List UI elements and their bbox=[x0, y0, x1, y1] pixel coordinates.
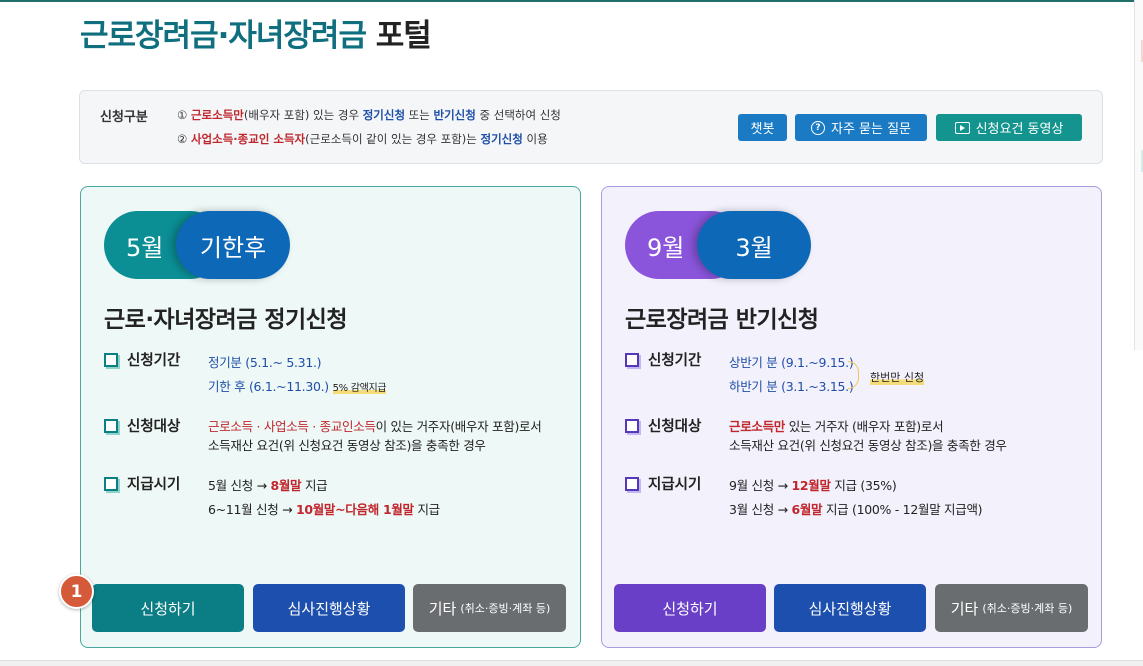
once-only-note: 한번만 신청 bbox=[870, 369, 925, 385]
apply-button[interactable]: 신청하기 bbox=[92, 584, 244, 632]
right-sidebar-edge bbox=[1134, 0, 1143, 350]
period-pill: 5월 기한후 bbox=[104, 211, 290, 279]
checkbox-square-icon bbox=[625, 476, 639, 491]
target-line-1: 근로소득만 있는 거주자 (배우자 포함)로서 bbox=[729, 419, 944, 434]
payment-line-2: 3월 신청 → 6월말 지급 (100% - 12월말 지급액) bbox=[729, 502, 983, 517]
page-title-main: 근로장려금·자녀장려금 bbox=[80, 18, 367, 54]
card-title: 근로장려금 반기신청 bbox=[625, 307, 819, 333]
checkbox-square-icon bbox=[104, 476, 118, 491]
application-type-box: 신청구분 ① 근로소득만(배우자 포함) 있는 경우 정기신청 또는 반기신청 … bbox=[79, 90, 1103, 164]
card-title: 근로·자녀장려금 정기신청 bbox=[104, 307, 348, 333]
review-status-button[interactable]: 심사진행상황 bbox=[253, 584, 405, 632]
payment-line-1: 9월 신청 → 12월말 지급 (35%) bbox=[729, 478, 897, 493]
page-title-suffix: 포털 bbox=[375, 18, 432, 54]
target-line-2: 소득재산 요건(위 신청요건 동영상 참조)을 충족한 경우 bbox=[729, 438, 1007, 453]
application-type-line-2: ② 사업소득·종교인 소득자(근로소득이 같이 있는 경우 포함)는 정기신청 … bbox=[177, 132, 548, 146]
chatbot-button[interactable]: 챗봇 bbox=[738, 114, 787, 141]
checkbox-square-icon bbox=[625, 418, 639, 433]
target-label: 신청대상 bbox=[104, 415, 180, 436]
apply-button[interactable]: 신청하기 bbox=[614, 584, 766, 632]
period-pill: 9월 3월 bbox=[625, 211, 811, 279]
payment-line-1: 5월 신청 → 8월말 지급 bbox=[208, 478, 328, 493]
brace-mark bbox=[848, 361, 859, 389]
period-label: 신청기간 bbox=[625, 349, 701, 370]
page-title: 근로장려금·자녀장려금 포털 bbox=[80, 10, 432, 55]
other-button[interactable]: 기타 (취소·증빙·계좌 등) bbox=[413, 584, 566, 632]
checkbox-square-icon bbox=[104, 418, 118, 433]
target-line-1: 근로소득 · 사업소득 · 종교인소득이 있는 거주자(배우자 포함)로서 bbox=[208, 419, 542, 434]
requirements-video-button[interactable]: 신청요건 동영상 bbox=[936, 114, 1082, 141]
application-type-line-1: ① 근로소득만(배우자 포함) 있는 경우 정기신청 또는 반기신청 중 선택하… bbox=[177, 108, 561, 122]
question-icon: ? bbox=[810, 120, 825, 135]
reduction-note: 5% 감액지급 bbox=[332, 383, 387, 394]
step-number-badge: 1 bbox=[59, 574, 94, 609]
period-regular: 정기분 (5.1.~ 5.31.) bbox=[208, 355, 322, 370]
regular-application-card: 5월 기한후 근로·자녀장려금 정기신청 신청기간 정기분 (5.1.~ 5.3… bbox=[80, 186, 581, 648]
pill-month-second: 3월 bbox=[697, 211, 811, 279]
top-border bbox=[0, 0, 1143, 2]
checkbox-square-icon bbox=[625, 352, 639, 367]
checkbox-square-icon bbox=[104, 352, 118, 367]
period-first-half: 상반기 분 (9.1.~9.15.) bbox=[729, 355, 854, 370]
target-line-2: 소득재산 요건(위 신청요건 동영상 참조)을 충족한 경우 bbox=[208, 438, 486, 453]
payment-line-2: 6~11월 신청 → 10월말~다음해 1월말 지급 bbox=[208, 502, 440, 517]
faq-button[interactable]: ? 자주 묻는 질문 bbox=[795, 114, 927, 141]
payment-label: 지급시기 bbox=[104, 473, 180, 494]
period-second-half: 하반기 분 (3.1.~3.15.) bbox=[729, 379, 854, 394]
payment-label: 지급시기 bbox=[625, 473, 701, 494]
review-status-button[interactable]: 심사진행상황 bbox=[774, 584, 926, 632]
target-label: 신청대상 bbox=[625, 415, 701, 436]
period-label: 신청기간 bbox=[104, 349, 180, 370]
video-play-icon bbox=[954, 121, 970, 134]
application-type-label: 신청구분 bbox=[100, 110, 148, 125]
bottom-border bbox=[0, 660, 1143, 666]
other-button[interactable]: 기타 (취소·증빙·계좌 등) bbox=[935, 584, 1088, 632]
pill-late: 기한후 bbox=[176, 211, 290, 279]
semiannual-application-card: 9월 3월 근로장려금 반기신청 신청기간 상반기 분 (9.1.~9.15.)… bbox=[601, 186, 1102, 648]
period-late: 기한 후 (6.1.~11.30.) 5% 감액지급 bbox=[208, 379, 387, 394]
